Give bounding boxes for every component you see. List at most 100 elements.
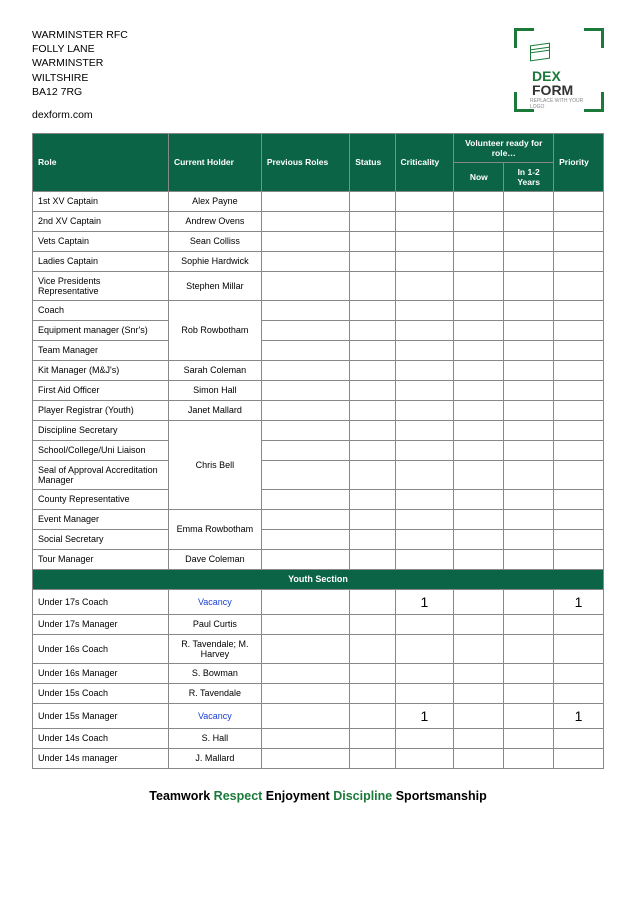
cell-holder: Andrew Ovens [168, 211, 261, 231]
cell-prio [554, 380, 604, 400]
cell-prio [554, 360, 604, 380]
cell-holder: R. Tavendale; M. Harvey [168, 634, 261, 663]
cell-prev [261, 191, 349, 211]
cell-years [504, 549, 554, 569]
cell-crit [395, 231, 454, 251]
table-row: Team Manager [33, 340, 604, 360]
col-now: Now [454, 162, 504, 191]
cell-role: Vice Presidents Representative [33, 271, 169, 300]
cell-status [350, 460, 395, 489]
cell-now [454, 549, 504, 569]
cell-years [504, 440, 554, 460]
cell-crit: 1 [395, 703, 454, 728]
cell-holder: Sophie Hardwick [168, 251, 261, 271]
cell-status [350, 489, 395, 509]
cell-prio [554, 683, 604, 703]
table-row: Under 17s ManagerPaul Curtis [33, 614, 604, 634]
cell-prev [261, 489, 349, 509]
cell-prio [554, 614, 604, 634]
cell-status [350, 191, 395, 211]
cell-years [504, 271, 554, 300]
motto-line: Teamwork Respect Enjoyment Discipline Sp… [32, 789, 604, 803]
cell-prev [261, 380, 349, 400]
youth-section-body: Under 17s CoachVacancy11Under 17s Manage… [33, 589, 604, 768]
cell-role: Team Manager [33, 340, 169, 360]
cell-status [350, 271, 395, 300]
cell-now [454, 728, 504, 748]
cell-role: Discipline Secretary [33, 420, 169, 440]
cell-now [454, 191, 504, 211]
cell-crit [395, 340, 454, 360]
cell-now [454, 460, 504, 489]
cell-prev [261, 549, 349, 569]
cell-crit [395, 748, 454, 768]
cell-holder: Sean Colliss [168, 231, 261, 251]
cell-holder: S. Hall [168, 728, 261, 748]
table-row: 2nd XV CaptainAndrew Ovens [33, 211, 604, 231]
cell-now [454, 683, 504, 703]
cell-crit [395, 614, 454, 634]
cell-prev [261, 634, 349, 663]
cell-now [454, 271, 504, 300]
cell-role: Under 16s Coach [33, 634, 169, 663]
col-holder: Current Holder [168, 133, 261, 191]
address-line: WARMINSTER RFC [32, 28, 128, 42]
cell-status [350, 231, 395, 251]
table-row: Under 16s CoachR. Tavendale; M. Harvey [33, 634, 604, 663]
cell-years [504, 728, 554, 748]
cell-holder: Alex Payne [168, 191, 261, 211]
cell-prev [261, 683, 349, 703]
table-row: Tour ManagerDave Coleman [33, 549, 604, 569]
cell-years [504, 489, 554, 509]
document-header: WARMINSTER RFC FOLLY LANE WARMINSTER WIL… [32, 28, 604, 121]
table-row: Under 15s CoachR. Tavendale [33, 683, 604, 703]
cell-years [504, 211, 554, 231]
cell-prev [261, 748, 349, 768]
cell-crit [395, 400, 454, 420]
cell-holder: Vacancy [168, 703, 261, 728]
cell-role: 2nd XV Captain [33, 211, 169, 231]
cell-status [350, 211, 395, 231]
cell-status [350, 320, 395, 340]
cell-now [454, 231, 504, 251]
cell-role: Vets Captain [33, 231, 169, 251]
cell-prio [554, 300, 604, 320]
address-line: WARMINSTER [32, 56, 128, 70]
cell-role: Under 17s Coach [33, 589, 169, 614]
logo-stack-icon [530, 43, 550, 62]
cell-prio [554, 420, 604, 440]
cell-status [350, 748, 395, 768]
cell-crit [395, 460, 454, 489]
cell-prio [554, 231, 604, 251]
cell-role: Under 15s Manager [33, 703, 169, 728]
cell-prio [554, 400, 604, 420]
cell-role: First Aid Officer [33, 380, 169, 400]
cell-crit [395, 489, 454, 509]
cell-role: Tour Manager [33, 549, 169, 569]
address-line: FOLLY LANE [32, 42, 128, 56]
cell-status [350, 420, 395, 440]
cell-crit [395, 211, 454, 231]
col-role: Role [33, 133, 169, 191]
cell-role: Event Manager [33, 509, 169, 529]
cell-prev [261, 589, 349, 614]
cell-prev [261, 211, 349, 231]
col-prio: Priority [554, 133, 604, 191]
cell-prio [554, 509, 604, 529]
cell-role: Under 14s Coach [33, 728, 169, 748]
cell-prev [261, 440, 349, 460]
cell-crit [395, 380, 454, 400]
cell-prio [554, 251, 604, 271]
cell-prio [554, 440, 604, 460]
cell-holder: Emma Rowbotham [168, 509, 261, 549]
cell-holder: S. Bowman [168, 663, 261, 683]
cell-crit [395, 191, 454, 211]
cell-holder: Chris Bell [168, 420, 261, 509]
cell-role: County Representative [33, 489, 169, 509]
cell-holder: Vacancy [168, 589, 261, 614]
table-row: Social Secretary [33, 529, 604, 549]
cell-status [350, 614, 395, 634]
cell-role: Player Registrar (Youth) [33, 400, 169, 420]
table-row: Equipment manager (Snr's) [33, 320, 604, 340]
table-row: School/College/Uni Liaison [33, 440, 604, 460]
